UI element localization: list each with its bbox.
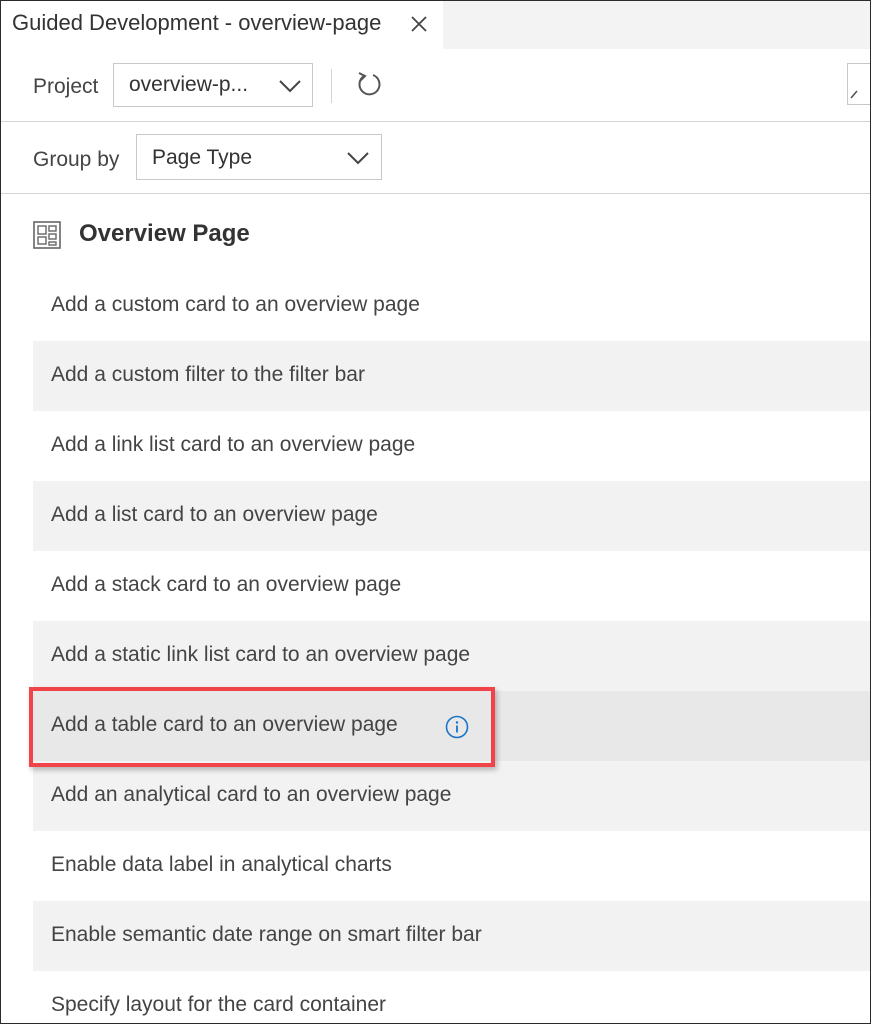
toolbar: Project overview-p... xyxy=(1,49,870,122)
list-item[interactable]: Add a link list card to an overview page xyxy=(33,411,870,481)
list-item[interactable]: Specify layout for the card container xyxy=(33,971,870,1023)
refresh-icon[interactable] xyxy=(353,69,383,99)
project-select-value: overview-p... xyxy=(129,73,249,96)
list-item-label: Add a table card to an overview page xyxy=(51,713,398,736)
list-item[interactable]: Add a static link list card to an overvi… xyxy=(33,621,870,691)
group-by-select[interactable]: Page Type xyxy=(136,134,382,180)
close-icon[interactable] xyxy=(407,12,431,36)
project-label: Project xyxy=(33,75,99,98)
list-item[interactable]: Enable data label in analytical charts xyxy=(33,831,870,901)
info-icon[interactable] xyxy=(445,715,469,739)
list-item[interactable]: Add a stack card to an overview page xyxy=(33,551,870,621)
group-by-select-value: Page Type xyxy=(152,146,253,169)
list-item-label: Enable data label in analytical charts xyxy=(51,853,392,876)
guide-list: Add a custom card to an overview page Ad… xyxy=(33,271,870,1023)
list-item-label: Add a stack card to an overview page xyxy=(51,573,402,596)
tab-strip: Guided Development - overview-page xyxy=(1,1,870,49)
list-item-label: Add a list card to an overview page xyxy=(51,503,378,526)
project-select[interactable]: overview-p... xyxy=(113,63,313,107)
layout-grid-icon xyxy=(33,221,61,249)
chevron-up-icon xyxy=(850,90,858,99)
list-item-table-card[interactable]: Add a table card to an overview page xyxy=(33,691,870,761)
list-item-label: Add an analytical card to an overview pa… xyxy=(51,783,452,806)
tab-guided-development[interactable]: Guided Development - overview-page xyxy=(1,1,443,49)
chevron-down-icon xyxy=(279,80,301,93)
tab-title: Guided Development - overview-page xyxy=(12,10,382,35)
list-item-label: Add a static link list card to an overvi… xyxy=(51,643,471,666)
group-by-row: Group by Page Type xyxy=(1,122,870,194)
list-item[interactable]: Enable semantic date range on smart filt… xyxy=(33,901,870,971)
chevron-down-icon xyxy=(347,152,369,165)
list-item[interactable]: Add a custom card to an overview page xyxy=(33,271,870,341)
list-item-label: Enable semantic date range on smart filt… xyxy=(51,923,482,946)
list-item-label: Specify layout for the card container xyxy=(51,993,387,1016)
list-item[interactable]: Add a list card to an overview page xyxy=(33,481,870,551)
group-by-label: Group by xyxy=(33,148,120,171)
guided-development-panel: Guided Development - overview-page Proje… xyxy=(0,0,871,1024)
list-item-label: Add a custom card to an overview page xyxy=(51,293,420,316)
toolbar-divider xyxy=(331,69,332,103)
list-item[interactable]: Add a custom filter to the filter bar xyxy=(33,341,870,411)
list-item[interactable]: Add an analytical card to an overview pa… xyxy=(33,761,870,831)
section-title: Overview Page xyxy=(79,220,250,247)
collapse-button[interactable] xyxy=(847,63,870,105)
list-item-label: Add a custom filter to the filter bar xyxy=(51,363,365,386)
list-item-label: Add a link list card to an overview page xyxy=(51,433,416,456)
